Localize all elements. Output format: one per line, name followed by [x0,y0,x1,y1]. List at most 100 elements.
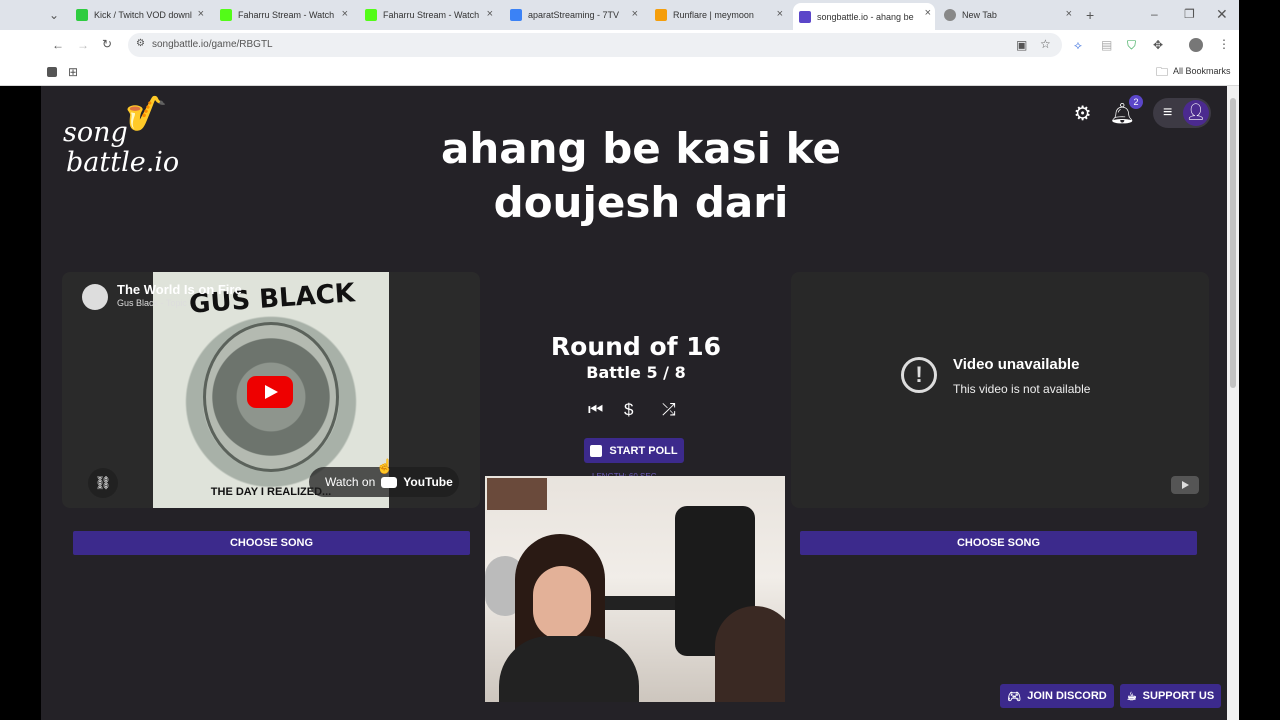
top-right-controls: ⚙ 🔔︎ 2 ≡ 👤︎ [1074,94,1211,128]
join-discord-button[interactable]: 🎮︎ JOIN DISCORD [1000,684,1114,708]
profile-avatar-icon[interactable] [1189,38,1203,52]
left-youtube-player[interactable]: GUS BLACK THE DAY I REALIZED... The Worl… [62,272,480,508]
kick-favicon-icon [220,9,232,21]
new-tab-plus-icon[interactable]: + [1086,8,1094,22]
tab-7tv[interactable]: aparatStreaming - 7TV × [504,4,642,26]
close-tab-icon[interactable]: × [342,8,348,20]
all-bookmarks-label[interactable]: All Bookmarks [1173,67,1231,76]
youtube-logo-icon[interactable] [1171,476,1199,494]
battle-info: Round of 16 Battle 5 / 8 [486,332,786,382]
tab-title: aparatStreaming - 7TV [528,10,620,20]
apps-grid-icon[interactable]: ⊞ [68,66,78,78]
tab-title: Kick / Twitch VOD downl [94,10,192,20]
unavailable-subtitle: This video is not available [953,382,1091,396]
support-cup-icon: ☕︎ [1126,690,1137,703]
extension-icon[interactable]: ▤ [1101,39,1112,51]
user-menu-button[interactable]: ≡ 👤︎ [1153,98,1211,128]
close-tab-icon[interactable]: × [777,8,783,20]
close-window-icon[interactable]: ✕ [1216,7,1228,21]
address-bar[interactable]: ⚙ songbattle.io/game/RBGTL ▣ ☆ [128,33,1062,57]
donation-coin-icon[interactable]: $ [624,400,633,420]
install-app-icon[interactable]: ▣ [1016,39,1027,51]
tab-title: New Tab [962,10,997,20]
url-text: songbattle.io/game/RBGTL [152,39,273,50]
discord-icon: 🎮︎ [1007,690,1022,703]
right-youtube-player[interactable]: ! Video unavailable This video is not av… [791,272,1209,508]
unavailable-title: Video unavailable [953,356,1080,373]
channel-avatar[interactable] [82,284,108,310]
back-icon[interactable]: ← [52,39,64,51]
youtube-play-button-icon[interactable] [247,376,293,408]
bookmark-app-icon[interactable] [47,67,57,77]
tab-strip: ⌄ Kick / Twitch VOD downl × Faharru Stre… [0,0,1280,30]
title-line-2: doujesh dari [493,178,789,227]
start-poll-label: START POLL [609,444,678,457]
previous-battle-icon[interactable]: ⏮ [588,400,603,420]
songbattle-favicon-icon [799,10,811,23]
minimize-icon[interactable]: – [1151,8,1158,20]
restore-icon[interactable]: ❐ [1184,8,1195,20]
menu-dots-icon[interactable]: ⋮ [1218,38,1230,50]
tab-title: Runflare | meymoon [673,10,754,20]
video-title[interactable]: The World Is on Fire [117,282,242,297]
close-tab-icon[interactable]: × [632,8,638,20]
reload-icon[interactable]: ↻ [102,38,112,50]
browser-chrome: ⌄ Kick / Twitch VOD downl × Faharru Stre… [0,0,1280,86]
youtube-logo-icon [381,476,398,488]
video-channel[interactable]: Gus Black - Topic [117,298,187,308]
saxophone-mic-icon: 🎷 [125,94,168,134]
site-info-icon[interactable]: ⚙ [136,39,145,49]
close-tab-icon[interactable]: × [1066,8,1072,20]
support-us-label: SUPPORT US [1142,690,1215,702]
alert-circle-icon: ! [901,357,937,393]
start-poll-button[interactable]: START POLL [584,438,684,463]
forward-icon[interactable]: → [77,39,89,51]
settings-gear-icon[interactable]: ⚙ [1074,101,1092,126]
youtube-label: YouTube [403,475,453,489]
close-tab-icon[interactable]: × [487,8,493,20]
tab-search-icon[interactable]: ⌄ [49,9,59,21]
close-tab-icon[interactable]: × [925,7,931,19]
tab-kick-vod[interactable]: Kick / Twitch VOD downl × [70,4,208,26]
streamer-body [499,636,639,702]
support-us-button[interactable]: ☕︎ SUPPORT US [1120,684,1221,708]
streamer-webcam [485,476,785,702]
chrome-favicon-icon [944,9,956,21]
tab-title: songbattle.io - ahang be [817,11,914,22]
folder-icon: 🗀 [1156,65,1169,79]
notification-bell-icon[interactable]: 🔔︎ 2 [1110,94,1143,126]
tab-new-tab[interactable]: New Tab × [938,4,1076,26]
choose-song-right-button[interactable]: CHOOSE SONG [800,531,1197,555]
poll-icon [590,444,603,457]
tab-songbattle[interactable]: songbattle.io - ahang be × [793,3,935,30]
battle-counter: Battle 5 / 8 [586,363,686,382]
mouse-pointer-icon: ☝ [376,458,394,474]
site-logo[interactable]: song battle.io 🎷 [63,95,180,178]
join-discord-label: JOIN DISCORD [1027,690,1107,702]
tab-faharru-1[interactable]: Faharru Stream - Watch × [214,4,352,26]
second-person [715,606,785,702]
scrollbar-thumb[interactable] [1230,98,1236,388]
puzzle-extensions-icon[interactable]: ✥ [1153,39,1163,51]
kick-favicon-icon [365,9,377,21]
watch-on-label: Watch on [325,475,376,489]
wall-poster [487,478,547,510]
bookmark-star-icon[interactable]: ☆ [1040,38,1051,50]
user-avatar-icon: 👤︎ [1183,100,1209,126]
page-scrollbar[interactable] [1227,86,1239,720]
tab-faharru-2[interactable]: Faharru Stream - Watch × [359,4,497,26]
copy-link-icon[interactable]: ⛓ [88,468,118,498]
translate-extension-icon[interactable]: ⟡ [1074,39,1082,51]
round-label: Round of 16 [550,332,722,361]
browser-toolbar: ← → ↻ ⚙ songbattle.io/game/RBGTL ▣ ☆ ⟡ ▤… [0,30,1280,60]
choose-song-left-button[interactable]: CHOOSE SONG [73,531,470,555]
tab-runflare[interactable]: Runflare | meymoon × [649,4,787,26]
close-tab-icon[interactable]: × [198,8,204,20]
logo-line-2: battle.io [66,146,180,178]
notification-badge: 2 [1129,94,1143,109]
bookmarks-bar: ⊞ 🗀 All Bookmarks [0,60,1280,86]
shield-extension-icon[interactable]: ⛉ [1127,39,1136,51]
shuffle-icon[interactable]: ⤮ [662,400,676,420]
tab-title: Faharru Stream - Watch [238,10,335,20]
runflare-favicon-icon [655,9,667,21]
